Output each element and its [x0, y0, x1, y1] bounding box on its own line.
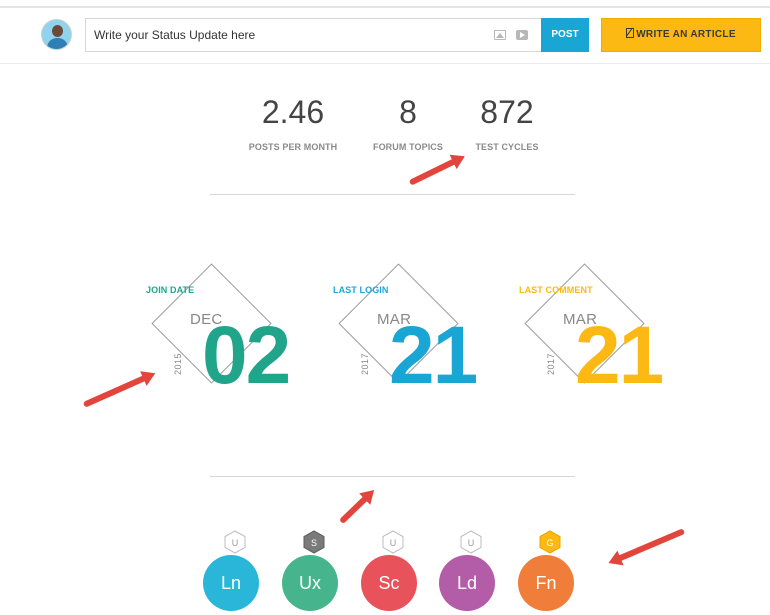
video-upload-icon[interactable]: [516, 30, 528, 40]
top-border: [0, 6, 770, 8]
annotation-arrow: [82, 372, 151, 408]
skill-badge-fn: G Fn: [518, 530, 578, 615]
write-article-button[interactable]: WRITE AN ARTICLE: [601, 18, 761, 52]
stat-test-cycles: 872 TEST CYCLES: [447, 92, 567, 152]
date-label: LAST LOGIN: [333, 285, 389, 295]
date-day: 21: [575, 310, 664, 401]
date-label: JOIN DATE: [146, 285, 195, 295]
skill-circle[interactable]: Ld: [439, 555, 495, 611]
date-label: LAST COMMENT: [519, 285, 593, 295]
tier-hexagon-icon: U: [224, 530, 246, 554]
last-login-block: LAST LOGIN MAR 2017 21: [333, 258, 493, 398]
tier-hexagon-icon: S: [303, 530, 325, 554]
status-composer: [85, 18, 541, 52]
stat-value: 2.46: [261, 94, 325, 130]
annotation-arrow: [338, 492, 372, 525]
svg-text:G: G: [546, 538, 553, 548]
annotation-arrow: [612, 528, 686, 564]
skill-circle[interactable]: Ux: [282, 555, 338, 611]
svg-text:U: U: [232, 538, 239, 548]
status-input[interactable]: [86, 19, 486, 51]
tier-hexagon-icon: U: [460, 530, 482, 554]
skill-circle[interactable]: Ln: [203, 555, 259, 611]
skill-circle[interactable]: Fn: [518, 555, 574, 611]
date-year: 2017: [360, 352, 370, 375]
skill-circle[interactable]: Sc: [361, 555, 417, 611]
svg-text:S: S: [311, 538, 317, 548]
stat-label: POSTS PER MONTH: [248, 142, 338, 152]
date-year: 2015: [173, 352, 183, 375]
annotation-arrow: [408, 156, 461, 186]
write-article-label: WRITE AN ARTICLE: [636, 29, 736, 40]
skill-badge-ux: S Ux: [282, 530, 342, 615]
post-button[interactable]: POST: [541, 18, 589, 52]
section-divider: [210, 476, 575, 477]
stat-label: TEST CYCLES: [475, 142, 539, 152]
last-comment-block: LAST COMMENT MAR 2017 21: [519, 258, 679, 398]
date-day: 21: [389, 310, 478, 401]
skill-badge-ln: U Ln: [203, 530, 263, 615]
tier-hexagon-icon: U: [382, 530, 404, 554]
header-divider: [0, 63, 770, 64]
skill-badge-ld: U Ld: [439, 530, 499, 615]
stat-value: 872: [480, 94, 534, 130]
svg-text:U: U: [468, 538, 475, 548]
tier-hexagon-icon: G: [539, 530, 561, 554]
stat-posts-per-month: 2.46 POSTS PER MONTH: [233, 92, 353, 152]
image-upload-icon[interactable]: [494, 30, 506, 40]
svg-text:U: U: [390, 538, 397, 548]
join-date-block: JOIN DATE DEC 2015 02: [146, 258, 306, 398]
date-day: 02: [202, 310, 291, 401]
edit-icon: [626, 28, 635, 38]
date-year: 2017: [546, 352, 556, 375]
user-avatar[interactable]: [41, 19, 72, 50]
section-divider: [210, 194, 575, 195]
skill-badge-sc: U Sc: [361, 530, 421, 615]
